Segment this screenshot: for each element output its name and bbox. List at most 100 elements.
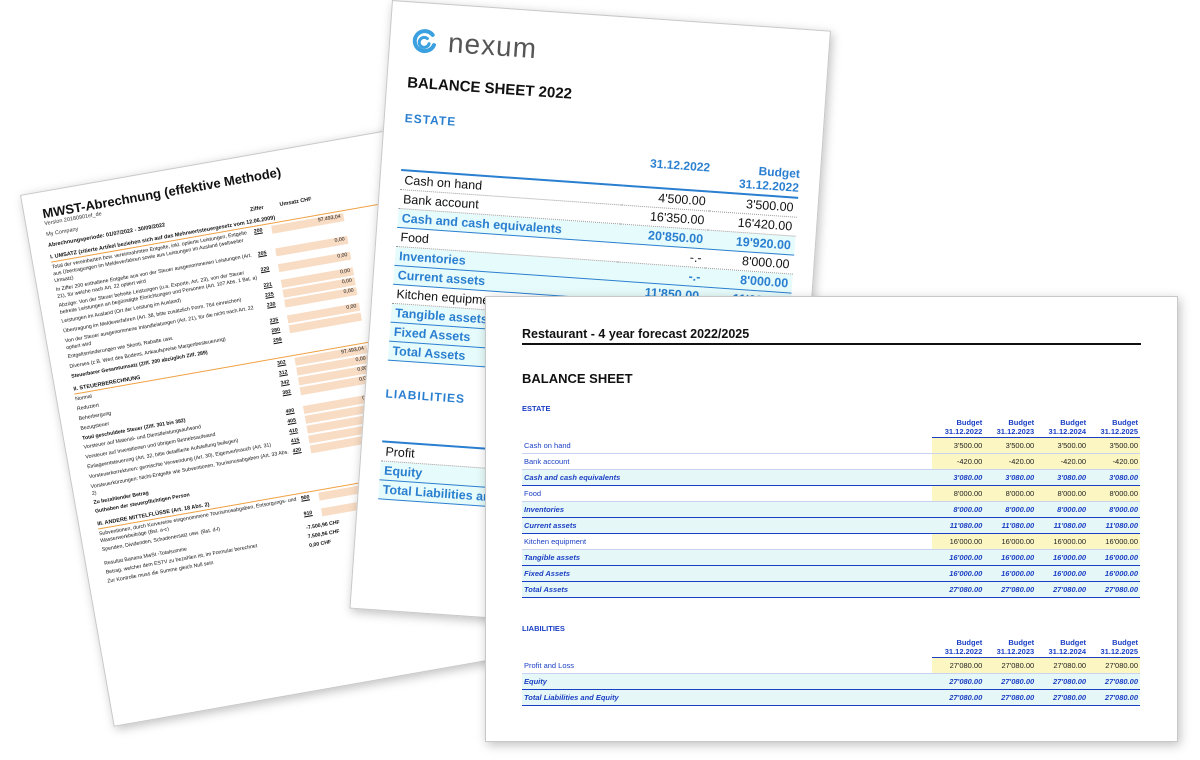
forecast-cell[interactable]: 3'500.00 <box>984 437 1037 454</box>
forecast-cell[interactable]: 8'000.00 <box>1036 501 1089 518</box>
forecast-estate-heading: ESTATE <box>522 404 551 413</box>
forecast-row-label: Inventories <box>522 501 933 518</box>
nexum-logo: nexum <box>409 24 808 84</box>
forecast-cell[interactable]: 8'000.00 <box>1088 501 1140 518</box>
forecast-cell[interactable]: 27'080.00 <box>984 673 1037 690</box>
forecast-row-label: Tangible assets <box>522 549 933 566</box>
forecast-label-col <box>522 417 932 438</box>
forecast-cell[interactable]: -420.00 <box>1036 453 1089 470</box>
forecast-cell[interactable]: 27'080.00 <box>984 689 1037 706</box>
forecast-label-col <box>522 637 932 658</box>
forecast-row-label: Current assets <box>522 517 933 534</box>
forecast-cell[interactable]: 16'000.00 <box>1036 549 1089 566</box>
forecast-column-header: Budget 31.12.2025 <box>1088 637 1140 658</box>
forecast-column-header: Budget 31.12.2024 <box>1036 417 1089 438</box>
forecast-cell[interactable]: 27'080.00 <box>1088 689 1140 706</box>
forecast-cell[interactable]: 11'080.00 <box>1036 517 1089 534</box>
forecast-assets-table: Budget 31.12.2022 Budget 31.12.2023 Budget… <box>522 417 1140 598</box>
forecast-column-header: Budget 31.12.2023 <box>984 417 1037 438</box>
forecast-cell[interactable]: 27'080.00 <box>1088 581 1140 598</box>
forecast-cell[interactable]: 27'080.00 <box>1088 673 1140 690</box>
nexum-logo-text: nexum <box>447 27 539 65</box>
mwst-row-code: 910 <box>303 510 313 518</box>
forecast-cell[interactable]: 3'500.00 <box>1088 437 1140 454</box>
nexum-logo-icon <box>412 29 436 54</box>
forecast-column-header: Budget 31.12.2022 <box>932 417 985 438</box>
forecast-cell[interactable]: 27'080.00 <box>1036 689 1089 706</box>
forecast-cell[interactable]: 27'080.00 <box>932 673 985 690</box>
forecast-row: Cash on hand 3'500.00 3'500.00 3'500.00 3'50… <box>522 437 1140 454</box>
nexum-col-1: 31.12.2022 <box>649 156 711 175</box>
forecast-cell[interactable]: 27'080.00 <box>932 689 985 706</box>
forecast-cell[interactable]: 11'080.00 <box>1088 517 1140 534</box>
forecast-cell[interactable]: 27'080.00 <box>932 657 985 674</box>
forecast-cell[interactable]: 8'000.00 <box>984 485 1037 502</box>
forecast-row: Cash and cash equivalents 3'080.00 3'080.0… <box>522 469 1140 486</box>
nexum-title: BALANCE SHEET 2022 <box>406 74 573 103</box>
forecast-cell[interactable]: 27'080.00 <box>1036 657 1089 674</box>
forecast-cell[interactable]: 16'000.00 <box>984 549 1037 566</box>
forecast-cell[interactable]: 16'000.00 <box>1088 533 1140 550</box>
forecast-cell[interactable]: 8'000.00 <box>1088 485 1140 502</box>
forecast-cell[interactable]: 16'000.00 <box>984 533 1037 550</box>
forecast-cell[interactable]: 16'000.00 <box>1088 549 1140 566</box>
forecast-cell[interactable]: 16'000.00 <box>984 565 1037 582</box>
forecast-cell[interactable]: -420.00 <box>1088 453 1140 470</box>
forecast-cell[interactable]: 8'000.00 <box>984 501 1037 518</box>
mwst-col-ziffer: Ziffer <box>249 204 265 214</box>
forecast-cell[interactable]: 3'080.00 <box>1036 469 1089 486</box>
forecast-cell[interactable]: 3'500.00 <box>932 437 985 454</box>
forecast-row: Equity 27'080.00 27'080.00 27'080.00 27'080.… <box>522 673 1140 690</box>
forecast-cell[interactable]: -420.00 <box>932 453 985 470</box>
mwst-row-code: 230 <box>266 301 277 309</box>
forecast-row-label: Profit and Loss <box>522 657 933 674</box>
forecast-cell[interactable]: 11'080.00 <box>984 517 1037 534</box>
forecast-row-label: Kitchen equipment <box>522 533 933 550</box>
forecast-cell[interactable]: 3'080.00 <box>932 469 985 486</box>
forecast-row: Inventories 8'000.00 8'000.00 8'000.00 8'000… <box>522 501 1140 518</box>
forecast-cell[interactable]: 16'000.00 <box>932 549 985 566</box>
forecast-cell[interactable]: 16'000.00 <box>1088 565 1140 582</box>
forecast-cell[interactable]: 16'000.00 <box>932 565 985 582</box>
forecast-liabilities-table: Budget 31.12.2022 Budget 31.12.2023 Budget… <box>522 637 1140 706</box>
forecast-cell[interactable]: 8'000.00 <box>932 501 985 518</box>
forecast-row-label: Total Assets <box>522 581 933 598</box>
forecast-subtitle: BALANCE SHEET <box>522 371 633 386</box>
forecast-page: Restaurant - 4 year forecast 2022/2025 B… <box>485 296 1178 742</box>
forecast-row-label: Cash on hand <box>522 437 933 454</box>
forecast-cell[interactable]: -420.00 <box>984 453 1037 470</box>
forecast-cell[interactable]: 27'080.00 <box>1036 581 1089 598</box>
forecast-row: Profit and Loss 27'080.00 27'080.00 27'080.… <box>522 657 1140 674</box>
mwst-row-code: 205 <box>257 250 268 258</box>
forecast-column-header: Budget 31.12.2022 <box>932 637 985 658</box>
forecast-row-label: Fixed Assets <box>522 565 933 582</box>
forecast-cell[interactable]: 27'080.00 <box>932 581 985 598</box>
forecast-row: Tangible assets 16'000.00 16'000.00 16'000.… <box>522 549 1140 566</box>
forecast-cell[interactable]: 27'080.00 <box>984 657 1037 674</box>
forecast-cell[interactable]: 3'500.00 <box>1036 437 1089 454</box>
forecast-cell[interactable]: 8'000.00 <box>1036 485 1089 502</box>
mwst-col-umsatz: Umsatz CHF <box>279 196 313 209</box>
forecast-cell[interactable]: 8'000.00 <box>932 485 985 502</box>
forecast-cell[interactable]: 27'080.00 <box>1088 657 1140 674</box>
forecast-row: Total Assets 27'080.00 27'080.00 27'080.00 2… <box>522 581 1140 598</box>
forecast-cell[interactable]: 16'000.00 <box>932 533 985 550</box>
mwst-total-1-code: 299 <box>272 336 283 345</box>
forecast-cell[interactable]: 16'000.00 <box>1036 533 1089 550</box>
forecast-row-label: Cash and cash equivalents <box>522 469 933 486</box>
mwst-result-3-value: 0,00 CHF <box>308 539 332 550</box>
forecast-row: Kitchen equipment 16'000.00 16'000.00 16'00… <box>522 533 1140 550</box>
forecast-cell[interactable]: 16'000.00 <box>1036 565 1089 582</box>
forecast-cell[interactable]: 3'080.00 <box>984 469 1037 486</box>
forecast-row: Total Liabilities and Equity 27'080.00 27'… <box>522 689 1140 706</box>
forecast-column-header: Budget 31.12.2023 <box>984 637 1037 658</box>
forecast-cell[interactable]: 27'080.00 <box>984 581 1037 598</box>
nexum-col-2: Budget 31.12.2022 <box>738 164 801 195</box>
forecast-row: Current assets 11'080.00 11'080.00 11'080.0… <box>522 517 1140 534</box>
forecast-cell[interactable]: 11'080.00 <box>932 517 985 534</box>
mwst-row-code: 420 <box>292 447 302 455</box>
forecast-liabilities-heading: LIABILITIES <box>522 624 565 633</box>
forecast-cell[interactable]: 3'080.00 <box>1088 469 1140 486</box>
forecast-row: Bank account -420.00 -420.00 -420.00 -420.00 <box>522 453 1140 470</box>
forecast-cell[interactable]: 27'080.00 <box>1036 673 1089 690</box>
